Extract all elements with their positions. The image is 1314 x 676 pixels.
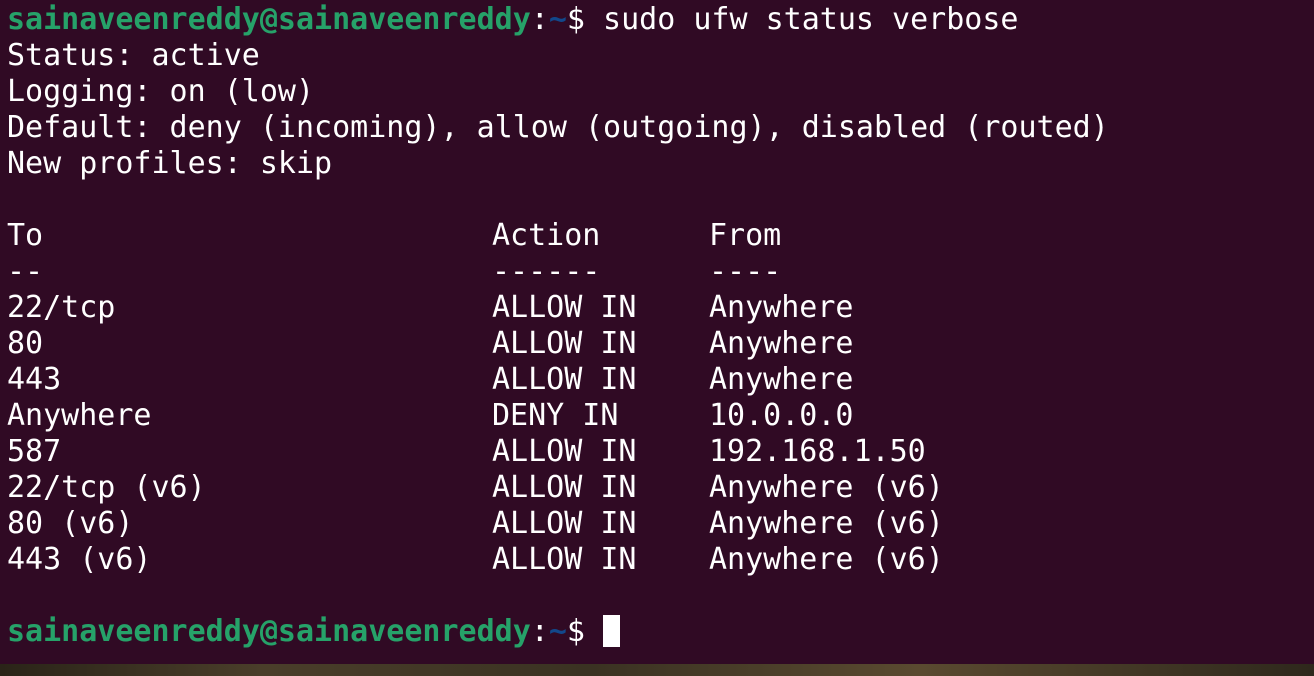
command-text: sudo ufw status verbose (603, 2, 1019, 37)
new-profiles-line: New profiles: skip (7, 146, 333, 181)
table-separator-row: -- ------ ---- (7, 254, 781, 290)
table-row: 22/tcp ALLOW IN Anywhere (7, 290, 854, 326)
terminal-window[interactable]: sainaveenreddy@sainaveenreddy:~$ sudo uf… (0, 0, 1314, 664)
table-row: 80 ALLOW IN Anywhere (7, 326, 854, 362)
rule-from: 192.168.1.50 (709, 434, 926, 469)
rule-action: DENY IN (492, 398, 619, 433)
table-row: Anywhere DENY IN 10.0.0.0 (7, 398, 854, 434)
rule-from: Anywhere (v6) (709, 470, 944, 505)
separator-to: -- (7, 254, 44, 289)
text-cursor (603, 615, 621, 647)
table-header-row: To Action From (7, 218, 781, 254)
rule-action: ALLOW IN (492, 290, 637, 325)
logging-line: Logging: on (low) (7, 74, 315, 109)
default-policy-line: Default: deny (incoming), allow (outgoin… (7, 110, 1109, 145)
prompt-dollar: $ (566, 614, 604, 649)
table-row: 587 ALLOW IN 192.168.1.50 (7, 434, 926, 470)
header-to: To (7, 218, 44, 253)
status-line: Status: active (7, 38, 260, 73)
prompt-dollar: $ (566, 2, 604, 37)
rule-action: ALLOW IN (492, 326, 637, 361)
rule-to: 22/tcp (7, 290, 116, 325)
rule-to: 22/tcp (v6) (7, 470, 206, 505)
rule-to: 80 (7, 326, 44, 361)
separator-from: ---- (709, 254, 782, 289)
rule-from: Anywhere (709, 362, 854, 397)
prompt-colon: : (530, 614, 549, 649)
table-row: 22/tcp (v6) ALLOW IN Anywhere (v6) (7, 470, 944, 506)
rule-to: 443 (7, 362, 62, 397)
rule-action: ALLOW IN (492, 506, 637, 541)
rule-to: Anywhere (7, 398, 152, 433)
rule-from: Anywhere (v6) (709, 506, 944, 541)
rule-action: ALLOW IN (492, 542, 637, 577)
table-row: 80 (v6) ALLOW IN Anywhere (v6) (7, 506, 944, 542)
rule-to: 587 (7, 434, 62, 469)
separator-action: ------ (492, 254, 601, 289)
rule-action: ALLOW IN (492, 434, 637, 469)
prompt-path: ~ (548, 2, 567, 37)
prompt-user-host: sainaveenreddy@sainaveenreddy (7, 614, 531, 649)
rule-to: 443 (v6) (7, 542, 152, 577)
rule-from: 10.0.0.0 (709, 398, 854, 433)
command-line: sainaveenreddy@sainaveenreddy:~$ sudo uf… (7, 2, 1018, 38)
header-from: From (709, 218, 782, 253)
prompt-colon: : (530, 2, 549, 37)
rule-from: Anywhere (709, 326, 854, 361)
prompt-user-host: sainaveenreddy@sainaveenreddy (7, 2, 531, 37)
rule-from: Anywhere (709, 290, 854, 325)
table-row: 443 ALLOW IN Anywhere (7, 362, 854, 398)
rule-from: Anywhere (v6) (709, 542, 944, 577)
input-line[interactable]: sainaveenreddy@sainaveenreddy:~$ (7, 614, 621, 650)
desktop-background (0, 664, 1314, 676)
prompt-path: ~ (548, 614, 567, 649)
table-row: 443 (v6) ALLOW IN Anywhere (v6) (7, 542, 944, 578)
rule-to: 80 (v6) (7, 506, 134, 541)
rule-action: ALLOW IN (492, 362, 637, 397)
rule-action: ALLOW IN (492, 470, 637, 505)
header-action: Action (492, 218, 601, 253)
